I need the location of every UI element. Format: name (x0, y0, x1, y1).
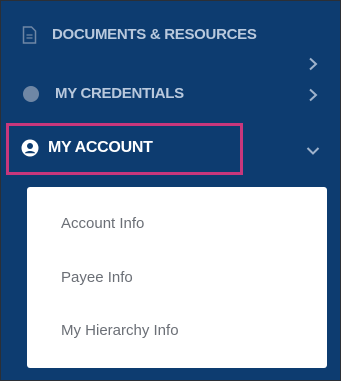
sidebar-nav: DOCUMENTS & RESOURCES MY CREDENTIALS MY … (0, 0, 341, 381)
circle-icon (23, 86, 39, 102)
nav-item-documents-resources[interactable]: DOCUMENTS & RESOURCES (1, 19, 340, 71)
nav-item-my-credentials[interactable]: MY CREDENTIALS (1, 79, 340, 111)
submenu-item-account-info[interactable]: Account Info (61, 215, 144, 232)
chevron-down-icon[interactable] (306, 146, 320, 156)
chevron-right-icon (309, 57, 318, 71)
submenu-item-hierarchy-info[interactable]: My Hierarchy Info (61, 322, 179, 339)
account-submenu: Account Info Payee Info My Hierarchy Inf… (27, 187, 327, 368)
nav-label-documents: DOCUMENTS & RESOURCES (52, 26, 257, 43)
nav-label-credentials: MY CREDENTIALS (55, 85, 184, 102)
submenu-item-payee-info[interactable]: Payee Info (61, 269, 133, 286)
nav-item-my-account[interactable]: MY ACCOUNT (6, 123, 243, 175)
document-icon (22, 26, 37, 44)
user-circle-icon (21, 139, 39, 157)
nav-label-my-account: MY ACCOUNT (48, 139, 153, 156)
chevron-right-icon (309, 88, 318, 102)
